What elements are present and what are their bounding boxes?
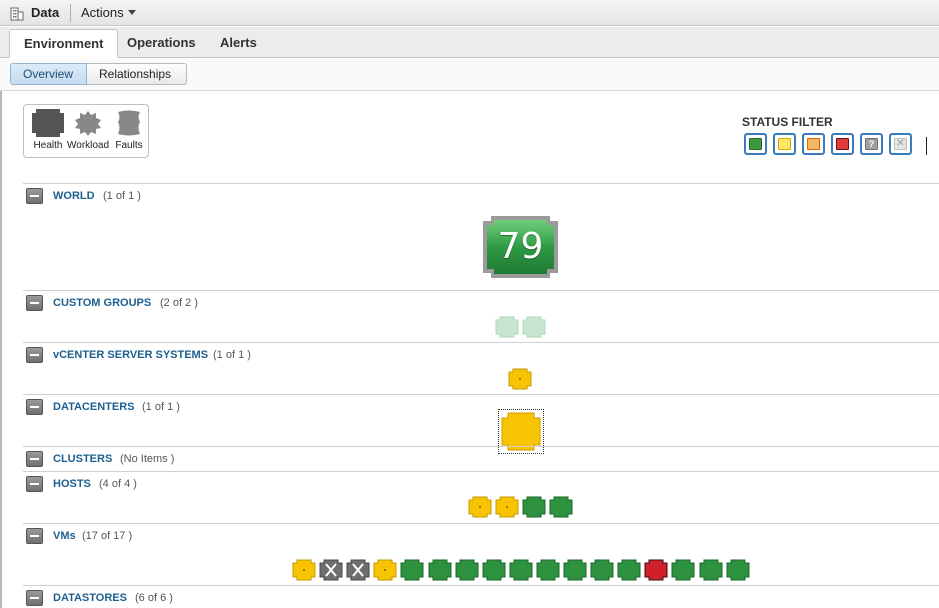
green-status-icon	[749, 138, 762, 150]
host-object-yellow[interactable]	[468, 496, 492, 518]
question-icon: ?	[865, 138, 878, 150]
faults-badge-button[interactable]: Faults	[115, 109, 143, 151]
x-icon: ✕	[894, 138, 907, 150]
vm-object-green[interactable]	[455, 559, 479, 581]
status-filter-none[interactable]: ✕	[889, 133, 912, 155]
pane-divider	[0, 91, 2, 608]
section-vcenter-count: (1 of 1 )	[213, 349, 251, 361]
badge-mode-selector: Health Workload Faults	[23, 104, 149, 158]
section-world-label[interactable]: WORLD	[53, 190, 95, 202]
world-health-badge[interactable]: 79	[483, 216, 558, 278]
status-filter-orange[interactable]	[802, 133, 825, 155]
custom-group-object-pale_green[interactable]	[522, 316, 546, 338]
host-object-green[interactable]	[549, 496, 573, 518]
section-vcenter-label[interactable]: vCENTER SERVER SYSTEMS	[53, 349, 208, 361]
tab-alerts[interactable]: Alerts	[206, 29, 271, 58]
status-filter-unknown[interactable]: ?	[860, 133, 883, 155]
section-custom-groups-count: (2 of 2 )	[160, 297, 198, 309]
workload-label: Workload	[67, 140, 110, 151]
red-status-icon	[836, 138, 849, 150]
section-divider	[23, 523, 939, 524]
tab-overview[interactable]: Overview	[10, 63, 87, 85]
tab-operations[interactable]: Operations	[113, 29, 210, 58]
data-center-icon	[9, 5, 25, 21]
vm-object-unknown[interactable]	[346, 559, 370, 581]
custom-group-object-pale_green[interactable]	[495, 316, 519, 338]
section-divider	[23, 471, 939, 472]
collapse-datacenters-button[interactable]	[26, 399, 43, 415]
section-divider	[23, 585, 939, 586]
vm-object-green[interactable]	[590, 559, 614, 581]
vm-object-unknown[interactable]	[319, 559, 343, 581]
workload-badge-button[interactable]: Workload	[67, 109, 109, 151]
collapse-vms-button[interactable]	[26, 528, 43, 544]
vm-object-red[interactable]	[644, 559, 668, 581]
section-world-count: (1 of 1 )	[103, 190, 141, 202]
collapse-hosts-button[interactable]	[26, 476, 43, 492]
workload-icon	[67, 109, 109, 137]
section-clusters-label[interactable]: CLUSTERS	[53, 453, 112, 465]
collapse-custom-groups-button[interactable]	[26, 295, 43, 311]
section-hosts-label[interactable]: HOSTS	[53, 478, 91, 490]
status-filter-title: STATUS FILTER	[742, 115, 833, 129]
vm-object-green[interactable]	[563, 559, 587, 581]
section-divider	[23, 290, 939, 291]
main-tabs: Environment Operations Alerts	[0, 27, 939, 58]
faults-icon	[115, 109, 143, 137]
vm-object-green[interactable]	[509, 559, 533, 581]
section-datastores-count: (6 of 6 )	[135, 592, 173, 604]
section-divider	[23, 394, 939, 395]
chevron-down-icon	[127, 10, 136, 15]
section-custom-groups-label[interactable]: CUSTOM GROUPS	[53, 297, 151, 309]
collapse-datastores-button[interactable]	[26, 590, 43, 606]
section-divider	[23, 183, 939, 184]
section-divider	[23, 446, 939, 447]
status-filter-red[interactable]	[831, 133, 854, 155]
actions-menu-button[interactable]: Actions	[81, 5, 136, 20]
status-filter-green[interactable]	[744, 133, 767, 155]
vm-object-green[interactable]	[671, 559, 695, 581]
view-switcher: Overview Relationships	[0, 59, 939, 91]
vm-object-green[interactable]	[536, 559, 560, 581]
section-clusters-count: (No Items )	[120, 453, 175, 465]
health-icon	[32, 109, 64, 137]
datacenter-selected[interactable]	[498, 409, 544, 454]
health-label: Health	[33, 140, 63, 151]
faults-label: Faults	[115, 140, 143, 151]
vm-object-green[interactable]	[482, 559, 506, 581]
section-vms-count: (17 of 17 )	[82, 530, 133, 542]
tab-environment[interactable]: Environment	[9, 29, 119, 58]
actions-label: Actions	[81, 5, 124, 20]
toolbar-divider	[70, 4, 71, 22]
collapse-clusters-button[interactable]	[26, 451, 43, 467]
vm-object-green[interactable]	[428, 559, 452, 581]
text-cursor	[926, 137, 927, 155]
vm-object-green[interactable]	[726, 559, 750, 581]
vm-object-yellow[interactable]	[373, 559, 397, 581]
section-datastores-label[interactable]: DATASTORES	[53, 592, 127, 604]
vcenter-object-yellow[interactable]	[508, 368, 532, 390]
status-filter-yellow[interactable]	[773, 133, 796, 155]
yellow-status-icon	[778, 138, 791, 150]
vm-object-yellow[interactable]	[292, 559, 316, 581]
page-title: Data	[31, 5, 60, 20]
host-object-green[interactable]	[522, 496, 546, 518]
section-divider	[23, 342, 939, 343]
section-vms-label[interactable]: VMs	[53, 530, 76, 542]
section-datacenters-label[interactable]: DATACENTERS	[53, 401, 134, 413]
world-health-value: 79	[497, 226, 544, 267]
section-hosts-count: (4 of 4 )	[99, 478, 137, 490]
host-object-yellow[interactable]	[495, 496, 519, 518]
orange-status-icon	[807, 138, 820, 150]
collapse-vcenter-button[interactable]	[26, 347, 43, 363]
vm-object-green[interactable]	[699, 559, 723, 581]
top-toolbar: Data Actions	[0, 0, 939, 26]
collapse-world-button[interactable]	[26, 188, 43, 204]
vm-object-green[interactable]	[617, 559, 641, 581]
section-datacenters-count: (1 of 1 )	[142, 401, 180, 413]
tab-relationships[interactable]: Relationships	[87, 63, 187, 85]
health-badge-button[interactable]: Health	[32, 109, 64, 151]
vm-object-green[interactable]	[400, 559, 424, 581]
